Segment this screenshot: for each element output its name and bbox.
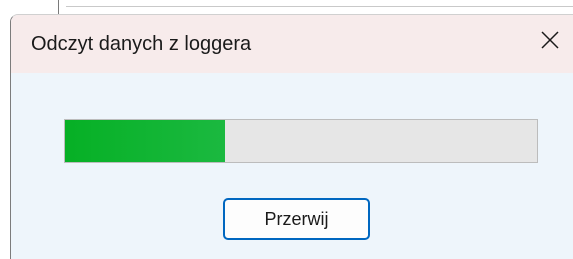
background-divider xyxy=(58,0,59,14)
close-button[interactable] xyxy=(527,15,573,65)
close-icon xyxy=(540,30,560,50)
dialog-titlebar: Odczyt danych z loggera xyxy=(11,15,573,73)
abort-button[interactable]: Przerwij xyxy=(223,198,370,240)
background-edge xyxy=(66,0,573,7)
progress-bar-fill xyxy=(65,120,226,162)
progress-dialog: Odczyt danych z loggera Przerwij xyxy=(10,14,573,259)
progress-bar xyxy=(64,119,538,163)
dialog-content: Przerwij xyxy=(11,73,573,259)
dialog-title: Odczyt danych z loggera xyxy=(31,33,252,55)
